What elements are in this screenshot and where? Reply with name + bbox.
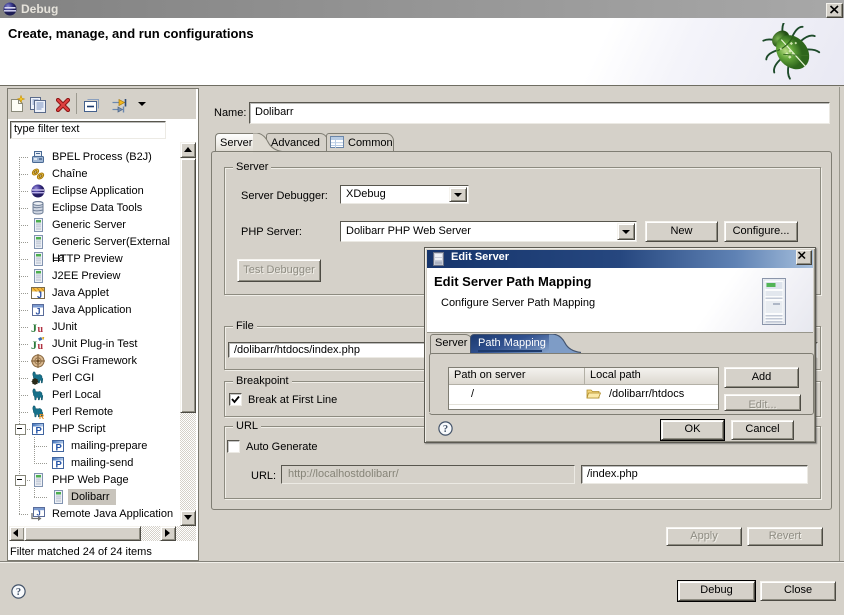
svg-text:?: ? [16,587,21,598]
svg-text:R: R [39,414,44,420]
svg-text:J: J [37,290,42,300]
svg-text:J: J [31,321,37,335]
svg-text:J: J [37,509,41,518]
svg-text:P: P [36,426,43,437]
svg-text:P: P [56,460,63,471]
svg-text:J: J [31,338,37,352]
svg-text:u: u [38,341,44,352]
svg-text:J: J [36,307,41,317]
svg-text:?: ? [443,424,448,435]
svg-text:u: u [38,324,44,335]
svg-text:P: P [56,443,63,454]
